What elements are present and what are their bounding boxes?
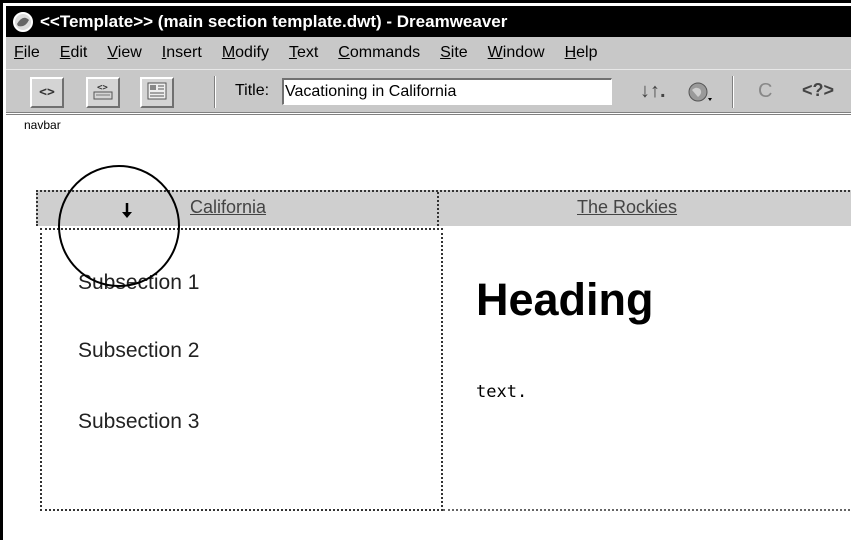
window-title: <<Template>> (main section template.dwt)… xyxy=(40,11,508,31)
navbar-region: California The Rockies xyxy=(36,190,851,226)
menu-insert[interactable]: Insert xyxy=(152,44,212,62)
menu-file[interactable]: File xyxy=(6,44,50,62)
subsection-item[interactable]: Subsection 3 xyxy=(78,410,199,434)
dreamweaver-app-icon xyxy=(12,11,34,33)
preview-globe-icon[interactable] xyxy=(686,80,714,110)
toolbar-separator xyxy=(214,76,216,108)
design-view-button[interactable] xyxy=(140,77,174,108)
split-view-button[interactable]: <> xyxy=(86,77,120,108)
subsection-item[interactable]: Subsection 1 xyxy=(78,271,199,295)
code-view-button[interactable]: <> xyxy=(30,77,64,108)
menu-modify[interactable]: Modify xyxy=(212,44,279,62)
toolbar-separator-2 xyxy=(732,76,734,108)
menu-window[interactable]: Window xyxy=(478,44,555,62)
subsection-item[interactable]: Subsection 2 xyxy=(78,339,199,363)
content-region-border xyxy=(443,509,851,511)
nav-cell-the-rockies: The Rockies xyxy=(439,192,851,226)
menu-view[interactable]: View xyxy=(97,44,151,62)
refresh-icon[interactable]: C xyxy=(758,80,772,103)
nav-link-california[interactable]: California xyxy=(190,197,266,218)
main-heading: Heading xyxy=(476,274,654,325)
reference-icon[interactable]: <?> xyxy=(802,80,834,101)
nav-link-the-rockies[interactable]: The Rockies xyxy=(577,197,677,218)
title-bar: <<Template>> (main section template.dwt)… xyxy=(6,6,851,37)
navbar-region-tag[interactable]: navbar xyxy=(22,118,63,132)
page-title-label: Title: xyxy=(235,82,270,99)
subsection-sidebar: Subsection 1 Subsection 2 Subsection 3 xyxy=(40,228,443,511)
split-view-icon: <> xyxy=(92,81,114,105)
code-view-icon: <> xyxy=(39,85,55,100)
nav-cell-california: California xyxy=(38,192,439,226)
menu-text[interactable]: Text xyxy=(279,44,328,62)
design-view-icon xyxy=(146,81,168,105)
menu-edit[interactable]: Edit xyxy=(50,44,98,62)
document-toolbar: <> <> Title: Vacationing in California ↓… xyxy=(6,69,851,113)
menu-commands[interactable]: Commands xyxy=(328,44,430,62)
page-title-input[interactable] xyxy=(282,78,612,105)
menu-help[interactable]: Help xyxy=(555,44,608,62)
menu-bar: File Edit View Insert Modify Text Comman… xyxy=(6,37,851,69)
menu-site[interactable]: Site xyxy=(430,44,478,62)
body-text: text. xyxy=(476,382,528,402)
dreamweaver-window: <<Template>> (main section template.dwt)… xyxy=(0,0,851,540)
down-arrow-icon xyxy=(121,200,133,220)
file-management-icon[interactable]: ↓↑. xyxy=(640,80,666,103)
